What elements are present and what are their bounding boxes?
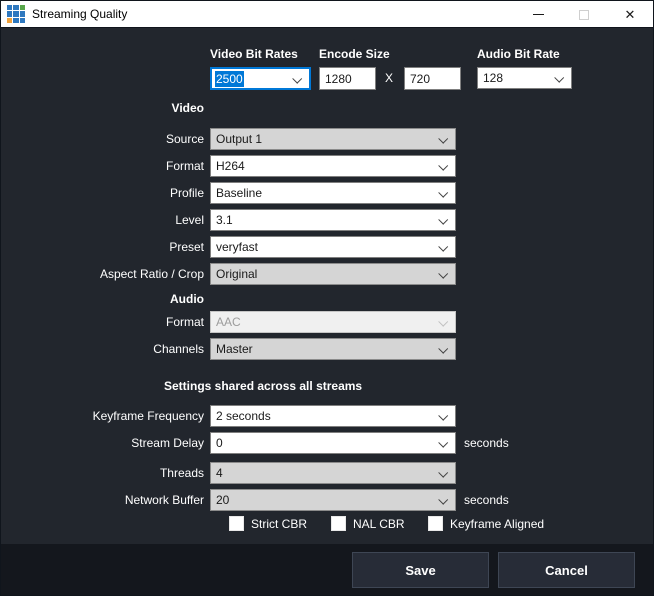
strict-cbr-label: Strict CBR — [251, 517, 307, 531]
aspect-ratio-crop-combobox[interactable]: Original — [210, 263, 456, 285]
chevron-down-icon — [438, 438, 448, 448]
audio-bit-rate-combobox[interactable]: 128 — [477, 67, 572, 89]
window-title: Streaming Quality — [32, 7, 127, 21]
audio-format-value: AAC — [216, 315, 241, 329]
aspect-ratio-crop-value: Original — [216, 267, 257, 281]
cancel-button[interactable]: Cancel — [498, 552, 635, 588]
audio-bit-rate-value: 128 — [483, 71, 503, 85]
level-value: 3.1 — [216, 213, 233, 227]
threads-label: Threads — [1, 466, 204, 480]
preset-combobox[interactable]: veryfast — [210, 236, 456, 258]
save-button[interactable]: Save — [352, 552, 489, 588]
keyframe-aligned-checkbox[interactable] — [428, 516, 443, 531]
encode-height-input[interactable] — [404, 67, 461, 90]
minimize-icon — [533, 14, 544, 15]
chevron-down-icon — [438, 188, 448, 198]
chevron-down-icon — [438, 495, 448, 505]
source-label: Source — [1, 132, 204, 146]
chevron-down-icon — [438, 344, 448, 354]
chevron-down-icon — [438, 411, 448, 421]
profile-label: Profile — [1, 186, 204, 200]
audio-bit-rate-label: Audio Bit Rate — [477, 47, 560, 61]
audio-format-label: Format — [1, 315, 204, 329]
keyframe-frequency-value: 2 seconds — [216, 409, 271, 423]
video-bit-rate-value: 2500 — [215, 71, 244, 87]
maximize-button — [561, 1, 607, 28]
chevron-down-icon — [438, 468, 448, 478]
chevron-down-icon — [438, 317, 448, 327]
level-combobox[interactable]: 3.1 — [210, 209, 456, 231]
threads-combobox[interactable]: 4 — [210, 462, 456, 484]
chevron-down-icon — [292, 74, 302, 84]
keyframe-frequency-label: Keyframe Frequency — [1, 409, 204, 423]
preset-label: Preset — [1, 240, 204, 254]
stream-delay-value: 0 — [216, 436, 223, 450]
minimize-button[interactable] — [515, 1, 561, 28]
audio-section-heading: Audio — [1, 292, 204, 306]
strict-cbr-checkbox[interactable] — [229, 516, 244, 531]
channels-combobox[interactable]: Master — [210, 338, 456, 360]
shared-settings-heading: Settings shared across all streams — [164, 379, 362, 393]
threads-value: 4 — [216, 466, 223, 480]
encode-size-label: Encode Size — [319, 47, 390, 61]
chevron-down-icon — [438, 269, 448, 279]
nal-cbr-label: NAL CBR — [353, 517, 405, 531]
preset-value: veryfast — [216, 240, 258, 254]
stream-delay-suffix: seconds — [464, 436, 509, 450]
channels-value: Master — [216, 342, 253, 356]
keyframe-frequency-combobox[interactable]: 2 seconds — [210, 405, 456, 427]
network-buffer-value: 20 — [216, 493, 229, 507]
chevron-down-icon — [438, 242, 448, 252]
network-buffer-suffix: seconds — [464, 493, 509, 507]
profile-combobox[interactable]: Baseline — [210, 182, 456, 204]
level-label: Level — [1, 213, 204, 227]
chevron-down-icon — [554, 73, 564, 83]
footer-bar: Save Cancel — [1, 544, 653, 595]
close-icon: ✕ — [625, 8, 636, 21]
source-combobox[interactable]: Output 1 — [210, 128, 456, 150]
video-bit-rates-label: Video Bit Rates — [210, 47, 298, 61]
maximize-icon — [579, 10, 589, 20]
audio-format-combobox: AAC — [210, 311, 456, 333]
profile-value: Baseline — [216, 186, 262, 200]
titlebar[interactable]: Streaming Quality ✕ — [1, 1, 653, 28]
video-section-heading: Video — [1, 101, 204, 115]
video-bit-rate-combobox[interactable]: 2500 — [210, 67, 311, 90]
format-label: Format — [1, 159, 204, 173]
encode-size-separator: X — [385, 71, 393, 85]
close-button[interactable]: ✕ — [607, 1, 653, 28]
channels-label: Channels — [1, 342, 204, 356]
nal-cbr-checkbox[interactable] — [331, 516, 346, 531]
format-combobox[interactable]: H264 — [210, 155, 456, 177]
network-buffer-label: Network Buffer — [1, 493, 204, 507]
keyframe-aligned-label: Keyframe Aligned — [450, 517, 544, 531]
format-value: H264 — [216, 159, 245, 173]
app-logo-icon — [7, 5, 25, 23]
chevron-down-icon — [438, 134, 448, 144]
stream-delay-combobox[interactable]: 0 — [210, 432, 456, 454]
chevron-down-icon — [438, 215, 448, 225]
aspect-ratio-crop-label: Aspect Ratio / Crop — [1, 267, 204, 281]
encode-width-input[interactable] — [319, 67, 376, 90]
chevron-down-icon — [438, 161, 448, 171]
stream-delay-label: Stream Delay — [1, 436, 204, 450]
network-buffer-combobox[interactable]: 20 — [210, 489, 456, 511]
source-value: Output 1 — [216, 132, 262, 146]
streaming-quality-dialog: Streaming Quality ✕ Video Bit Rates 2500… — [0, 0, 654, 596]
